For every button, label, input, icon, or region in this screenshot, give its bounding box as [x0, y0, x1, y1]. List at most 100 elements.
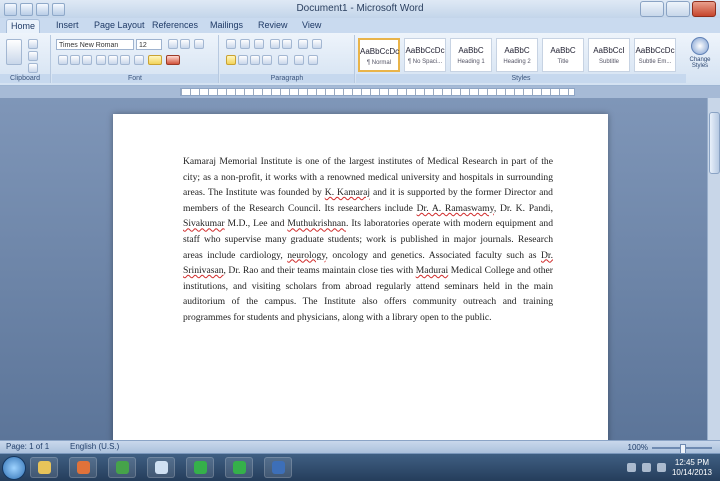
- tab-insert[interactable]: Insert: [52, 19, 83, 32]
- taskbar-app-word[interactable]: [264, 457, 292, 478]
- minimize-button[interactable]: [640, 1, 664, 17]
- grow-font-icon[interactable]: [168, 39, 178, 49]
- clock[interactable]: 12:45 PM 10/14/2013: [672, 458, 712, 478]
- tab-review[interactable]: Review: [254, 19, 292, 32]
- tab-mailings[interactable]: Mailings: [206, 19, 247, 32]
- change-styles-icon: [691, 37, 709, 55]
- numbering-icon[interactable]: [240, 39, 250, 49]
- borders-icon[interactable]: [308, 55, 318, 65]
- multilevel-list-icon[interactable]: [254, 39, 264, 49]
- italic-icon[interactable]: [70, 55, 80, 65]
- subscript-icon[interactable]: [108, 55, 118, 65]
- app-green-2-icon: [233, 461, 246, 474]
- style-subtitle[interactable]: AaBbCcI Subtitle: [588, 38, 630, 72]
- line-spacing-icon[interactable]: [278, 55, 288, 65]
- style-heading-2[interactable]: AaBbC Heading 2: [496, 38, 538, 72]
- zoom-level[interactable]: 100%: [628, 443, 648, 452]
- horizontal-ruler[interactable]: [180, 88, 575, 96]
- ruler-bar: [0, 86, 720, 98]
- taskbar-app-media[interactable]: [69, 457, 97, 478]
- text-run[interactable]: , oncology and genetics. Associated facu…: [326, 250, 542, 261]
- font-size-combo[interactable]: 12: [136, 39, 162, 50]
- text-run[interactable]: , Dr. Rao and their teams maintain close…: [224, 265, 416, 276]
- misspelled-word[interactable]: neurology: [287, 250, 325, 261]
- zoom-slider-thumb[interactable]: [680, 443, 686, 454]
- shrink-font-icon[interactable]: [180, 39, 190, 49]
- text-run[interactable]: M.D., Lee and: [225, 218, 288, 229]
- change-styles-button[interactable]: Change Styles: [686, 37, 714, 71]
- style-heading-1[interactable]: AaBbC Heading 1: [450, 38, 492, 72]
- taskbar-app-chrome[interactable]: [108, 457, 136, 478]
- media-icon: [77, 461, 90, 474]
- document-page[interactable]: Kamaraj Memorial Institute is one of the…: [113, 114, 608, 444]
- taskbar-app-app-green-2[interactable]: [225, 457, 253, 478]
- misspelled-word[interactable]: Muthukrishnan: [287, 218, 346, 229]
- increase-indent-icon[interactable]: [282, 39, 292, 49]
- page-count[interactable]: Page: 1 of 1: [6, 442, 49, 451]
- system-tray: 12:45 PM 10/14/2013: [626, 454, 720, 481]
- paragraph-group-label: Paragraph: [220, 74, 354, 83]
- app-green-1-icon: [194, 461, 207, 474]
- bullets-icon[interactable]: [226, 39, 236, 49]
- align-right-icon[interactable]: [250, 55, 260, 65]
- superscript-icon[interactable]: [120, 55, 130, 65]
- misspelled-word[interactable]: K. Kamaraj: [325, 187, 370, 198]
- font-color-icon[interactable]: [166, 55, 180, 65]
- bold-icon[interactable]: [58, 55, 68, 65]
- change-styles-label: Change Styles: [689, 57, 711, 69]
- show-marks-icon[interactable]: [312, 39, 322, 49]
- styles-group-label: Styles: [356, 74, 686, 83]
- scrollbar-thumb[interactable]: [709, 112, 720, 174]
- vertical-scrollbar[interactable]: [707, 98, 720, 440]
- document-area: Kamaraj Memorial Institute is one of the…: [0, 98, 720, 444]
- strikethrough-icon[interactable]: [96, 55, 106, 65]
- text-run[interactable]: , Dr. K. Pandi,: [494, 203, 553, 214]
- ribbon: Clipboard Times New Roman 12 Font Paragr…: [0, 33, 720, 86]
- clear-format-icon[interactable]: [194, 39, 204, 49]
- align-center-icon[interactable]: [238, 55, 248, 65]
- align-left-icon[interactable]: [226, 55, 236, 65]
- tab-page-layout[interactable]: Page Layout: [90, 19, 149, 32]
- window-controls: [640, 1, 716, 17]
- paste-icon[interactable]: [6, 39, 22, 65]
- misspelled-word[interactable]: Madurai: [416, 265, 449, 276]
- close-button[interactable]: [692, 1, 716, 17]
- notepad-icon: [155, 461, 168, 474]
- status-bar: Page: 1 of 1 English (U.S.) 100%: [0, 440, 720, 454]
- taskbar: 12:45 PM 10/14/2013: [0, 453, 720, 481]
- format-painter-icon[interactable]: [28, 63, 38, 73]
- taskbar-app-explorer[interactable]: [30, 457, 58, 478]
- justify-icon[interactable]: [262, 55, 272, 65]
- taskbar-app-app-green-1[interactable]: [186, 457, 214, 478]
- explorer-icon: [38, 461, 51, 474]
- shading-icon[interactable]: [294, 55, 304, 65]
- decrease-indent-icon[interactable]: [270, 39, 280, 49]
- tab-view[interactable]: View: [298, 19, 325, 32]
- sort-icon[interactable]: [298, 39, 308, 49]
- style-title[interactable]: AaBbC Title: [542, 38, 584, 72]
- volume-icon[interactable]: [641, 463, 651, 472]
- language-indicator[interactable]: English (U.S.): [70, 442, 119, 451]
- flag-icon[interactable]: [656, 463, 666, 472]
- underline-icon[interactable]: [82, 55, 92, 65]
- change-case-icon[interactable]: [134, 55, 144, 65]
- style-normal[interactable]: AaBbCcDc ¶ Normal: [358, 38, 400, 72]
- maximize-button[interactable]: [666, 1, 690, 17]
- document-body-text[interactable]: Kamaraj Memorial Institute is one of the…: [183, 154, 553, 326]
- misspelled-word[interactable]: Sivakumar: [183, 218, 225, 229]
- style-subtle-emphasis[interactable]: AaBbCcDc Subtle Em...: [634, 38, 676, 72]
- zoom-slider[interactable]: [652, 443, 712, 454]
- font-group-label: Font: [52, 74, 218, 83]
- cut-icon[interactable]: [28, 39, 38, 49]
- tab-references[interactable]: References: [148, 19, 202, 32]
- font-name-combo[interactable]: Times New Roman: [56, 39, 134, 50]
- highlight-icon[interactable]: [148, 55, 162, 65]
- start-button[interactable]: [2, 456, 26, 480]
- copy-icon[interactable]: [28, 51, 38, 61]
- style-no-spacing[interactable]: AaBbCcDc ¶ No Spaci...: [404, 38, 446, 72]
- network-icon[interactable]: [626, 463, 636, 472]
- taskbar-app-notepad[interactable]: [147, 457, 175, 478]
- clipboard-group: Clipboard: [0, 35, 51, 83]
- misspelled-word[interactable]: Dr. A. Ramaswamy: [417, 203, 494, 214]
- tab-home[interactable]: Home: [6, 19, 41, 33]
